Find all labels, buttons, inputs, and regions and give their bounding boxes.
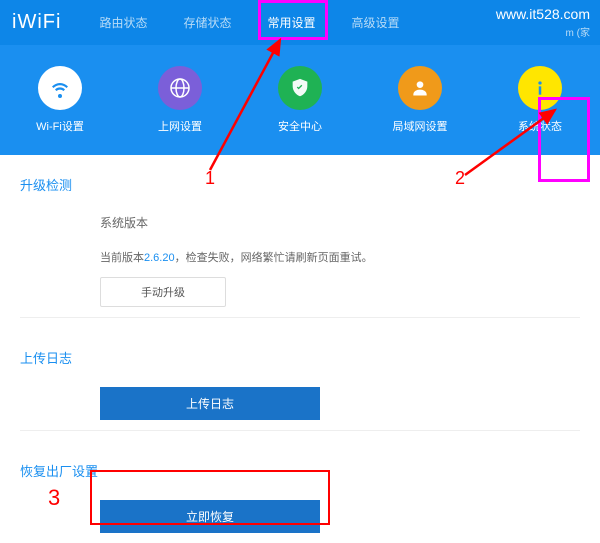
icon-internet-settings[interactable]: 上网设置: [135, 66, 225, 134]
watermark: www.it528.com: [496, 6, 590, 22]
section-upgrade: 升级检测 系统版本 当前版本2.6.20，检查失败，网络繁忙请刷新页面重试。 手…: [0, 155, 600, 328]
version-prefix: 当前版本: [100, 252, 144, 264]
upload-logs-button[interactable]: 上传日志: [100, 387, 320, 420]
section-reset: 恢复出厂设置 立即恢复: [0, 441, 600, 543]
icon-security-center[interactable]: 安全中心: [255, 66, 345, 134]
icon-row: Wi-Fi设置 上网设置 安全中心 局域网设置 系统状态: [0, 45, 600, 155]
icon-label: 上网设置: [158, 118, 202, 134]
top-bar: iWiFi 路由状态 存储状态 常用设置 高级设置 www.it528.com …: [0, 0, 600, 45]
watermark-sub: m (家: [566, 24, 590, 39]
version-text: 当前版本2.6.20，检查失败，网络繁忙请刷新页面重试。: [100, 249, 580, 265]
divider: [20, 430, 580, 431]
person-icon: [398, 66, 442, 110]
version-label: 系统版本: [100, 214, 580, 231]
icon-label: 局域网设置: [393, 118, 448, 134]
info-icon: [518, 66, 562, 110]
icon-system-status[interactable]: 系统状态: [495, 66, 585, 134]
icon-lan-settings[interactable]: 局域网设置: [375, 66, 465, 134]
section-title-reset: 恢复出厂设置: [20, 461, 580, 480]
shield-icon: [278, 66, 322, 110]
icon-label: 安全中心: [278, 118, 322, 134]
globe-icon: [158, 66, 202, 110]
nav-advanced-settings[interactable]: 高级设置: [333, 0, 417, 45]
version-suffix: ，检查失败，网络繁忙请刷新页面重试。: [175, 252, 373, 264]
icon-label: Wi-Fi设置: [36, 118, 84, 134]
logo: iWiFi: [12, 11, 61, 34]
wifi-icon: [38, 66, 82, 110]
version-number: 2.6.20: [144, 252, 175, 264]
section-logs: 上传日志 上传日志: [0, 328, 600, 441]
nav-common-settings[interactable]: 常用设置: [249, 0, 333, 45]
restore-now-button[interactable]: 立即恢复: [100, 500, 320, 533]
nav-router-status[interactable]: 路由状态: [81, 0, 165, 45]
divider: [20, 317, 580, 318]
icon-wifi-settings[interactable]: Wi-Fi设置: [15, 66, 105, 134]
section-title-upgrade: 升级检测: [20, 175, 580, 194]
section-title-logs: 上传日志: [20, 348, 580, 367]
manual-upgrade-button[interactable]: 手动升级: [100, 277, 226, 307]
nav-storage-status[interactable]: 存储状态: [165, 0, 249, 45]
icon-label: 系统状态: [518, 118, 562, 134]
top-nav: 路由状态 存储状态 常用设置 高级设置: [81, 0, 417, 45]
